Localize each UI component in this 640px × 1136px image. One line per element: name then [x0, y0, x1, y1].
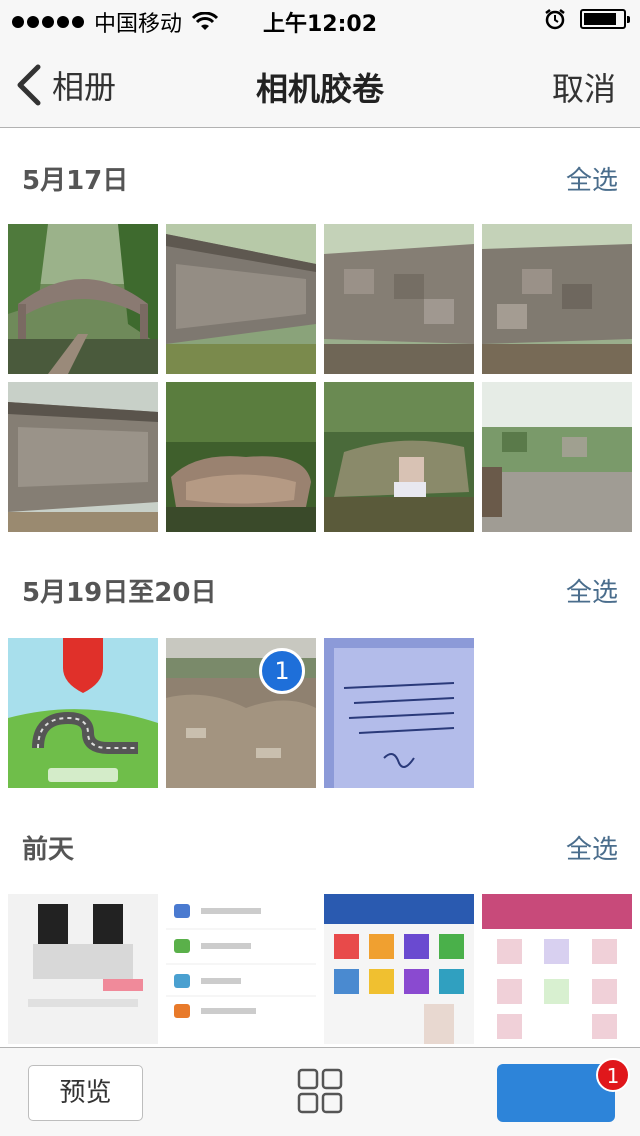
grid-view-button[interactable]	[297, 1068, 343, 1114]
preview-button[interactable]: 预览	[28, 1065, 143, 1121]
chevron-left-icon	[17, 64, 41, 106]
navigation-bar: 相册 相机胶卷 取消	[0, 40, 640, 128]
photo-thumbnail-rock-person[interactable]	[324, 382, 474, 532]
photo-thumbnail-wall[interactable]	[8, 382, 158, 532]
back-button[interactable]: 相册	[14, 62, 116, 108]
selected-count-badge: 1	[596, 1058, 630, 1092]
section-date: 前天	[22, 835, 75, 865]
section-header: 5月17日 全选	[0, 146, 640, 206]
photo-thumbnail-screenshot[interactable]	[324, 894, 474, 1044]
select-all-button[interactable]: 全选	[566, 572, 618, 609]
status-bar: 中国移动 上午12:02	[0, 0, 640, 40]
battery-icon	[580, 9, 630, 29]
photo-thumbnail-wall[interactable]	[166, 224, 316, 374]
select-all-button[interactable]: 全选	[566, 829, 618, 866]
section-date: 5月17日	[22, 166, 129, 196]
select-all-button[interactable]: 全选	[566, 160, 618, 197]
photo-thumbnail-wall[interactable]	[324, 224, 474, 374]
back-label: 相册	[52, 68, 117, 106]
grid-icon	[297, 1068, 343, 1114]
photo-thumbnail-gate[interactable]	[482, 382, 632, 532]
section-header: 5月19日至20日 全选	[0, 558, 640, 618]
bottom-toolbar: 预览	[0, 1047, 640, 1136]
battery-level	[584, 13, 617, 25]
photo-thumbnail-baidu-map[interactable]	[8, 638, 158, 788]
photo-thumbnail-screenshot[interactable]	[166, 894, 316, 1044]
photo-thumbnail-screenshot[interactable]	[8, 894, 158, 1044]
photo-thumbnail-handwriting[interactable]	[324, 638, 474, 788]
photo-thumbnail-bridge[interactable]	[8, 224, 158, 374]
selection-order-badge: 1	[259, 648, 305, 694]
section-date: 5月19日至20日	[22, 578, 217, 608]
photo-thumbnail-wall[interactable]	[482, 224, 632, 374]
section-header: 前天 全选	[0, 815, 640, 875]
photo-thumbnail-screenshot[interactable]	[482, 894, 632, 1044]
status-right	[544, 8, 630, 30]
cancel-button[interactable]: 取消	[552, 64, 616, 110]
photo-thumbnail-rock[interactable]	[166, 382, 316, 532]
alarm-clock-icon	[545, 9, 565, 30]
